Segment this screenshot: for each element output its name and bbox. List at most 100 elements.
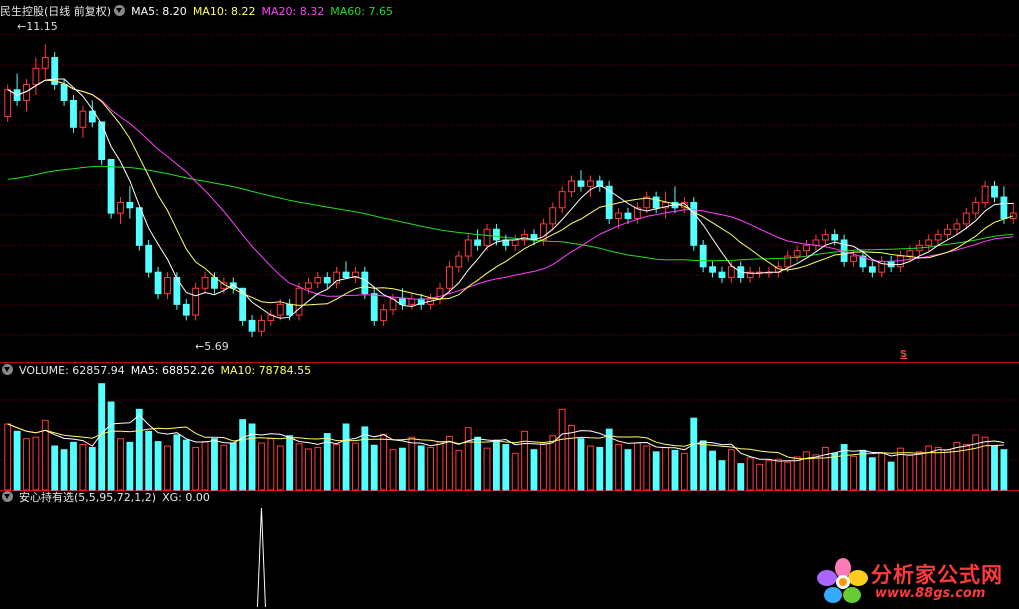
volume-bar-up (314, 446, 322, 491)
indicator-pane-header: 安心持有选(5,5,95,72,1,2) XG: 0.00 (0, 489, 216, 507)
volume-bar-up (483, 447, 491, 491)
candle-up (897, 255, 904, 268)
main-pane-header: 民生控股(日线 前复权) MA5: 8.20 MA10: 8.22 MA20: 8.3… (0, 3, 399, 21)
volume-bar-up (295, 443, 303, 491)
volume-bar-up (305, 448, 312, 491)
volume-bar-down (399, 447, 406, 491)
volume-bar-up (549, 435, 557, 491)
volume-bar-up (558, 408, 566, 491)
candle-down (831, 234, 839, 241)
volume-bar-down (154, 441, 162, 491)
dropdown-icon[interactable] (2, 491, 13, 502)
volume-bar-down (502, 444, 510, 491)
volume-bar-down (173, 434, 181, 491)
volume-value: VOLUME: 62857.94 (19, 364, 125, 377)
volume-bar-up (633, 442, 641, 491)
candle-up (408, 298, 416, 305)
dropdown-icon[interactable] (2, 364, 13, 375)
volume-bar-up (774, 458, 782, 491)
volume-bar-up (962, 444, 970, 491)
volume-bar-up (436, 441, 444, 491)
volume-bar-up (746, 457, 754, 491)
volume-bar-up (643, 445, 651, 491)
volume-pane-header: VOLUME: 62857.94 MA5: 68852.26 MA10: 78784… (0, 362, 317, 380)
candle-down (323, 277, 331, 284)
candle-down (286, 303, 294, 316)
volume-bar-down (145, 430, 153, 491)
flower-logo-icon (817, 558, 868, 603)
volume-bar-down (887, 461, 895, 491)
volume-bar-down (709, 450, 716, 491)
candle-up (568, 180, 576, 193)
candle-up (445, 266, 453, 289)
volume-bar-down (831, 452, 839, 491)
volume-bar-down (286, 435, 294, 491)
volume-bar-down (991, 445, 998, 491)
volume-bar-up (812, 454, 820, 491)
volume-bar-down (859, 449, 867, 491)
candle-up (812, 239, 820, 246)
candle-up (803, 244, 810, 252)
candle-down (98, 121, 106, 160)
volume-bar-down (577, 438, 585, 491)
xg-value: XG: 0.00 (162, 491, 210, 504)
candle-up (41, 57, 49, 69)
volume-bar-down (229, 442, 237, 491)
volume-bar-down (652, 451, 660, 491)
candle-up (586, 180, 594, 187)
volume-bar-up (615, 444, 622, 491)
stock-name: 民生控股(日线 前复权) (0, 5, 112, 18)
volume-bar-up (464, 427, 472, 491)
candle-down (60, 83, 68, 101)
candle-down (492, 228, 500, 241)
volume-bar-up (906, 454, 914, 491)
candle-up (972, 201, 980, 214)
volume-bar-up (727, 449, 735, 491)
candle-down (991, 185, 998, 198)
candle-up (944, 228, 951, 236)
candle-up (549, 207, 557, 225)
volume-bar-up (164, 445, 171, 491)
candle-up (305, 282, 312, 289)
candle-up (483, 228, 491, 246)
candle-up (380, 309, 388, 321)
xg-signal-spike (256, 507, 266, 608)
candle-up (164, 277, 171, 295)
candle-down (577, 180, 585, 187)
volume-bar-down (60, 449, 68, 491)
candle-up (727, 266, 735, 279)
candle-down (145, 244, 153, 273)
candle-up (953, 223, 961, 230)
candle-up (314, 277, 322, 284)
volume-bar-up (539, 443, 547, 491)
volume-bar-down (70, 441, 77, 491)
candle-up (793, 250, 801, 257)
logo-title: 分析家公式网 (871, 563, 1003, 587)
candle-down (70, 99, 77, 128)
volume-bar-down (239, 419, 247, 491)
low-price-annotation: ←5.69 (195, 340, 229, 353)
indicator-name: 安心持有选(5,5,95,72,1,2) (19, 491, 157, 504)
volume-ma10-value: MA10: 78784.55 (220, 364, 312, 377)
volume-bar-up (850, 455, 857, 491)
high-price-annotation: ←11.15 (17, 20, 58, 33)
candle-up (511, 239, 519, 246)
volume-bar-up (445, 435, 453, 491)
volume-bar-up (793, 456, 801, 491)
candle-up (455, 255, 463, 268)
candle-up (850, 255, 857, 262)
candle-up (925, 239, 933, 246)
candle-up (558, 191, 566, 209)
candle-up (821, 234, 829, 241)
candle-up (962, 212, 970, 225)
volume-bar-up (915, 451, 923, 491)
volume-bar-up (511, 452, 519, 491)
candle-up (258, 319, 265, 332)
candle-down (652, 196, 660, 209)
dropdown-icon[interactable] (114, 5, 126, 16)
volume-bar-up (662, 446, 669, 491)
candle-up (464, 239, 472, 257)
stock-chart[interactable] (0, 0, 1019, 609)
volume-bar-up (380, 433, 388, 491)
volume-bar-up (4, 423, 12, 491)
